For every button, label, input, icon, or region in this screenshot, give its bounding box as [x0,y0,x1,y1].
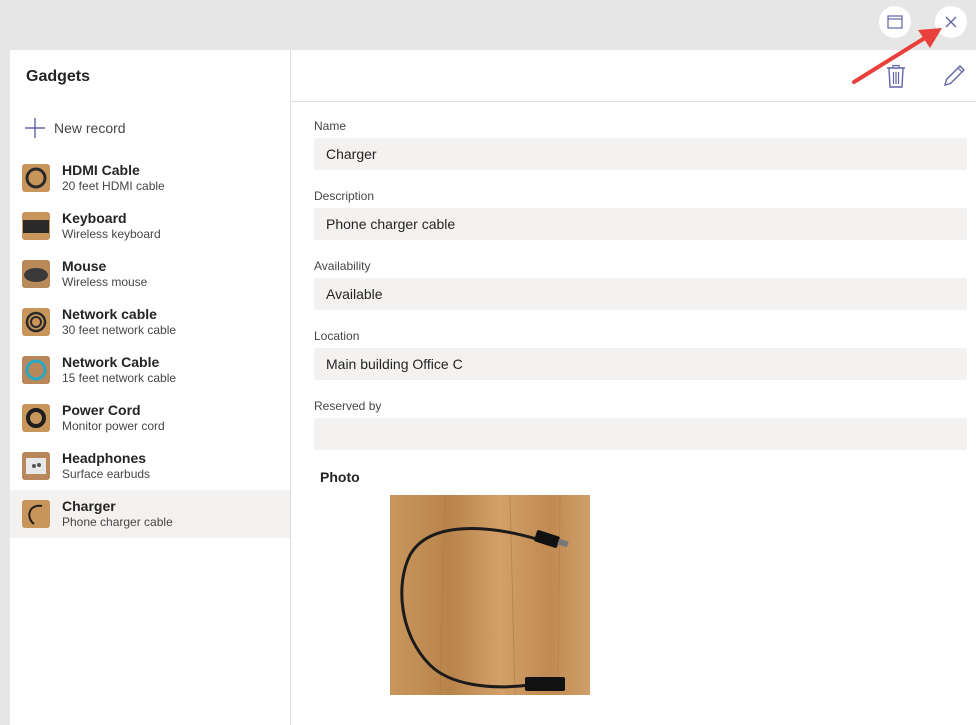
list-item-title: Headphones [62,450,147,466]
availability-label: Availability [314,259,371,273]
list-item-subtitle: 20 feet HDMI cable [62,179,165,193]
delete-button[interactable] [882,62,910,90]
list-item-hdmi-cable[interactable]: HDMI Cable 20 feet HDMI cable [10,154,290,202]
close-button[interactable] [935,6,967,38]
hdmi-cable-thumbnail [22,164,50,192]
pencil-icon [944,65,965,86]
list-item-title: Network Cable [62,354,160,370]
record-detail: Name Charger Description Phone charger c… [291,50,976,725]
list-item-subtitle: 30 feet network cable [62,323,177,337]
new-record-button[interactable]: New record [24,117,126,139]
expand-button[interactable] [879,6,911,38]
new-record-label: New record [54,120,126,136]
list-item-title: Mouse [62,258,107,274]
name-label: Name [314,119,347,133]
list-item-subtitle: Wireless mouse [62,275,148,289]
trash-icon [887,64,905,88]
plus-icon [25,118,45,138]
list-item-mouse[interactable]: Mouse Wireless mouse [10,250,290,298]
sidebar: Gadgets New record HDMI Cable 20 feet HD… [10,50,291,725]
close-icon [945,16,957,28]
list-item-subtitle: Monitor power cord [62,419,165,433]
list-item-subtitle: Wireless keyboard [62,227,161,241]
description-field: Phone charger cable [314,208,967,240]
list-item-title: Keyboard [62,210,127,226]
list-item-subtitle: Surface earbuds [62,467,151,481]
list-item-power-cord[interactable]: Power Cord Monitor power cord [10,394,290,442]
location-field: Main building Office C [314,348,967,380]
location-label: Location [314,329,360,343]
availability-field: Available [314,278,967,310]
list-item-keyboard[interactable]: Keyboard Wireless keyboard [10,202,290,250]
network-cable-thumbnail [22,308,50,336]
list-item-charger[interactable]: Charger Phone charger cable [10,490,290,538]
network-cable-thumbnail [22,356,50,384]
name-field: Charger [314,138,967,170]
reserved-by-label: Reserved by [314,399,382,413]
list-item-headphones[interactable]: Headphones Surface earbuds [10,442,290,490]
list-item-title: Power Cord [62,402,141,418]
edit-button[interactable] [940,62,968,90]
description-label: Description [314,189,375,203]
list-item-title: Network cable [62,306,157,322]
list-item-subtitle: 15 feet network cable [62,371,177,385]
sidebar-title: Gadgets [26,68,91,85]
record-panel: Gadgets New record HDMI Cable 20 feet HD… [10,50,976,725]
charger-photo [390,495,590,695]
list-item-network-cable-30[interactable]: Network cable 30 feet network cable [10,298,290,346]
list-item-subtitle: Phone charger cable [62,515,173,529]
reserved-by-field [314,418,967,450]
list-item-network-cable-15[interactable]: Network Cable 15 feet network cable [10,346,290,394]
photo-label: Photo [320,469,360,485]
record-list: HDMI Cable 20 feet HDMI cable Keyboard W… [10,154,290,538]
headphones-thumbnail [22,452,50,480]
list-item-title: HDMI Cable [62,162,140,178]
keyboard-thumbnail [22,212,50,240]
power-cord-thumbnail [22,404,50,432]
title-bar [0,0,976,50]
window-restore-icon [887,15,903,29]
mouse-thumbnail [22,260,50,288]
list-item-title: Charger [62,498,116,514]
charger-thumbnail [22,500,50,528]
detail-toolbar [291,50,976,102]
